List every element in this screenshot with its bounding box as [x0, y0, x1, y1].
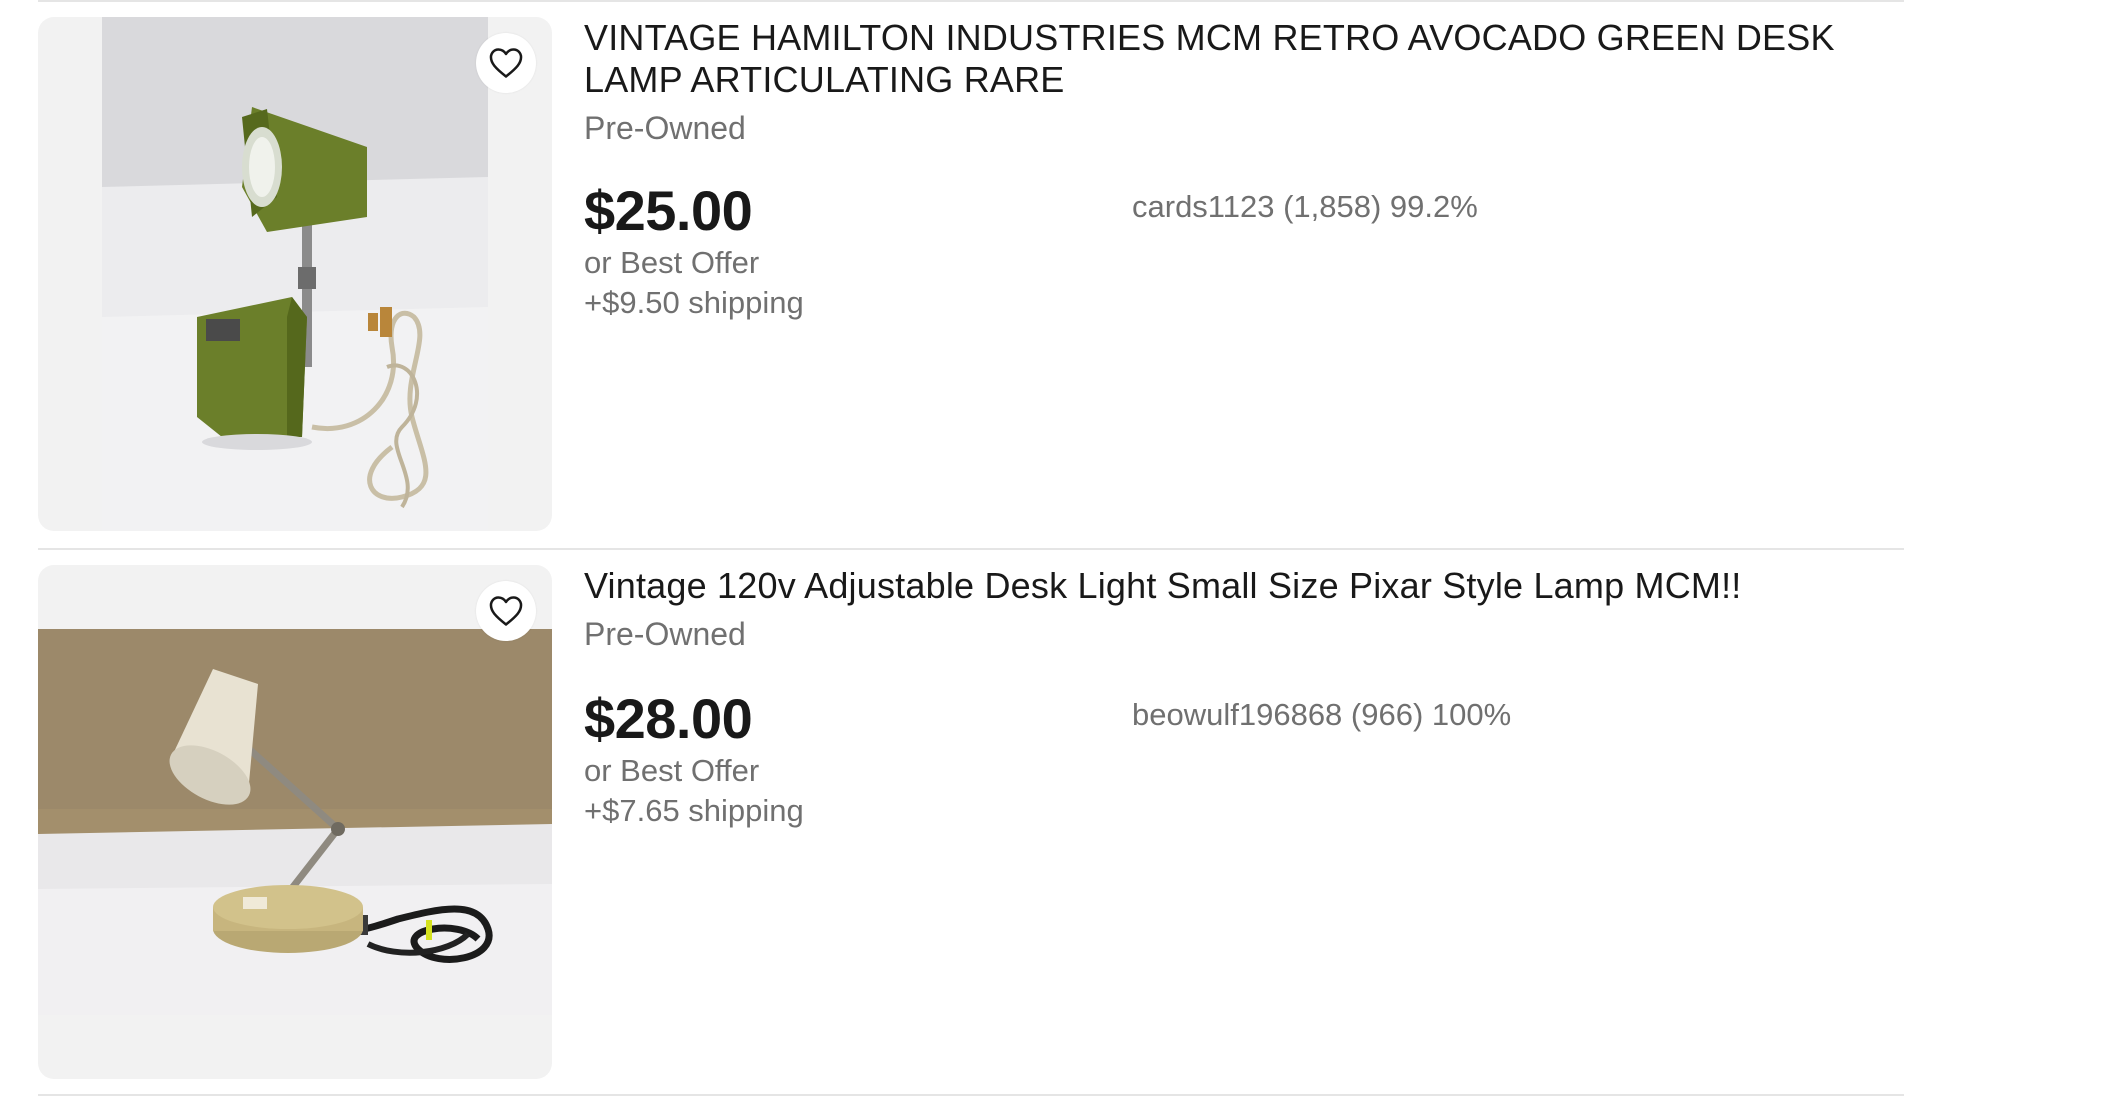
heart-outline-icon — [489, 596, 523, 626]
listing-title[interactable]: VINTAGE HAMILTON INDUSTRIES MCM RETRO AV… — [584, 17, 1904, 101]
item-condition: Pre-Owned — [584, 616, 746, 652]
divider — [38, 548, 1904, 550]
item-condition: Pre-Owned — [584, 110, 746, 146]
heart-outline-icon — [489, 48, 523, 78]
listing-info: VINTAGE HAMILTON INDUSTRIES MCM RETRO AV… — [584, 17, 1904, 147]
best-offer-label: or Best Offer — [584, 753, 760, 788]
price: $25.00 — [584, 179, 753, 242]
watch-button[interactable] — [476, 581, 536, 641]
price-block: $25.00 or Best Offer +$9.50 shipping — [584, 179, 1104, 323]
product-photo-green-lamp[interactable] — [102, 17, 488, 531]
seller-info: cards1123 (1,858) 99.2% — [1132, 189, 1478, 224]
price-block: $28.00 or Best Offer +$7.65 shipping — [584, 687, 1104, 831]
watch-button[interactable] — [476, 33, 536, 93]
search-results-list: VINTAGE HAMILTON INDUSTRIES MCM RETRO AV… — [0, 0, 2126, 1096]
shipping-cost: +$7.65 shipping — [584, 793, 804, 828]
best-offer-label: or Best Offer — [584, 245, 760, 280]
divider — [38, 0, 1904, 2]
listing-title[interactable]: Vintage 120v Adjustable Desk Light Small… — [584, 565, 1904, 607]
list-item: VINTAGE HAMILTON INDUSTRIES MCM RETRO AV… — [38, 17, 1904, 537]
seller-info: beowulf196868 (966) 100% — [1132, 697, 1512, 732]
listing-info: Vintage 120v Adjustable Desk Light Small… — [584, 565, 1904, 653]
shipping-cost: +$9.50 shipping — [584, 285, 804, 320]
list-item: Vintage 120v Adjustable Desk Light Small… — [38, 565, 1904, 1085]
listing-image[interactable] — [38, 17, 552, 531]
product-photo-pixar-lamp[interactable] — [38, 629, 552, 1015]
listing-image[interactable] — [38, 565, 552, 1079]
price: $28.00 — [584, 687, 753, 750]
